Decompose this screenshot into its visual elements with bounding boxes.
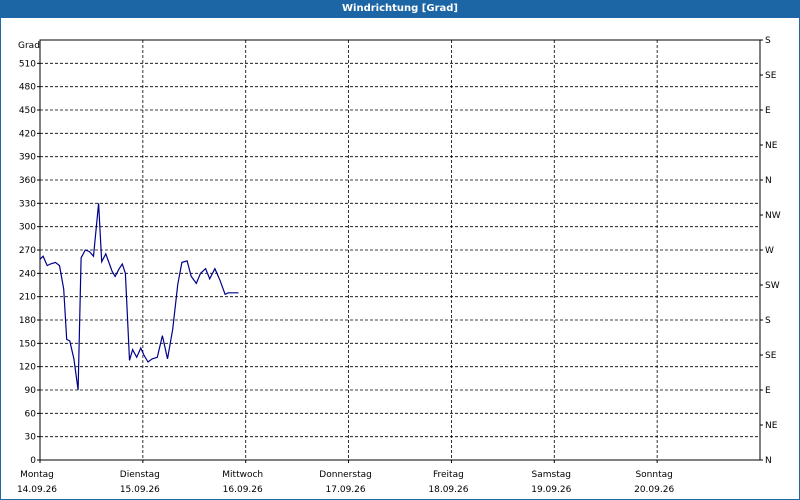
x-tick-day: Montag	[20, 470, 54, 480]
right-tick-label: N	[765, 176, 772, 186]
right-tick-label: NW	[765, 211, 781, 221]
x-tick-day: Donnerstag	[319, 470, 372, 480]
left-tick-label: 420	[19, 129, 36, 139]
right-tick-label: E	[765, 106, 771, 116]
left-tick-label: 360	[19, 176, 36, 186]
left-tick-label: 210	[19, 293, 36, 303]
left-tick-label: 300	[19, 223, 36, 233]
left-tick-label: 150	[19, 339, 36, 349]
x-tick-date: 19.09.26	[531, 485, 571, 495]
left-tick-label: 240	[19, 269, 36, 279]
x-tick-day: Freitag	[433, 470, 464, 480]
right-tick-label: S	[765, 316, 771, 326]
right-tick-label: N	[765, 456, 772, 466]
x-tick-day: Samstag	[532, 470, 571, 480]
right-tick-label: W	[765, 246, 774, 256]
x-axis: Montag 14.09.26 Dienstag 15.09.26 Mittwoch 16…	[17, 460, 674, 495]
left-tick-label: 180	[19, 316, 36, 326]
x-tick-day: Sonntag	[635, 470, 672, 480]
wind-direction-chart: 0 30 60 90 120 150 180 210 240 270 300 330 360 390 420…	[17, 36, 781, 495]
x-tick-date: 15.09.26	[120, 485, 160, 495]
right-tick-label: S	[765, 36, 771, 46]
left-axis: 0 30 60 90 120 150 180 210 240 270 300 330 360 390 420…	[19, 59, 40, 466]
x-tick-date: 18.09.26	[428, 485, 468, 495]
left-tick-label: 0	[30, 456, 36, 466]
x-tick-day: Mittwoch	[222, 470, 263, 480]
grid-lines	[40, 40, 760, 460]
left-tick-label: 90	[25, 386, 37, 396]
left-tick-label: 30	[25, 433, 37, 443]
right-tick-label: NE	[765, 421, 778, 431]
x-tick-date: 17.09.26	[326, 485, 366, 495]
right-tick-label: E	[765, 386, 771, 396]
right-tick-label: SW	[765, 281, 780, 291]
x-tick-date: 20.09.26	[634, 485, 674, 495]
right-axis: N NE E SE S SW W NW N NE E SE S	[760, 36, 781, 466]
right-tick-label: SE	[765, 71, 777, 81]
right-tick-label: NE	[765, 141, 778, 151]
x-tick-date: 14.09.26	[17, 485, 57, 495]
y-axis-label: Grad	[18, 41, 40, 51]
left-tick-label: 330	[19, 199, 36, 209]
right-tick-label: SE	[765, 351, 777, 361]
left-tick-label: 60	[25, 409, 37, 419]
left-tick-label: 270	[19, 246, 36, 256]
left-tick-label: 480	[19, 83, 36, 93]
left-tick-label: 120	[19, 363, 36, 373]
x-tick-date: 16.09.26	[223, 485, 263, 495]
x-tick-day: Dienstag	[120, 470, 160, 480]
wind-direction-series	[39, 203, 239, 391]
left-tick-label: 390	[19, 153, 36, 163]
left-tick-label: 510	[19, 59, 36, 69]
left-tick-label: 450	[19, 106, 36, 116]
